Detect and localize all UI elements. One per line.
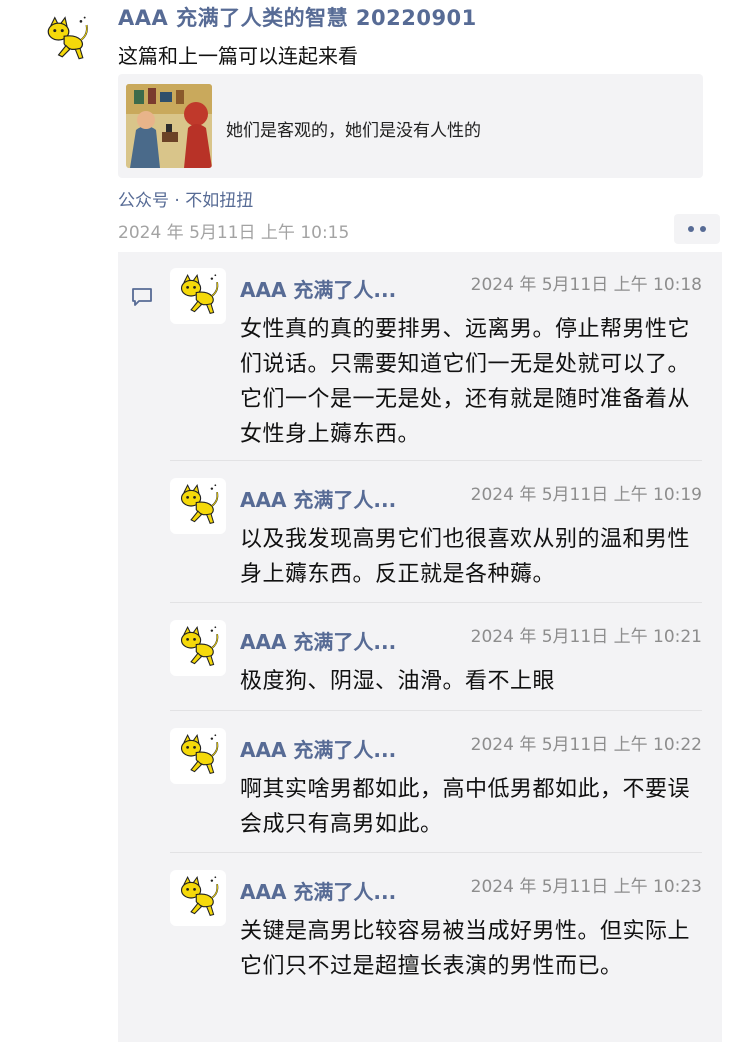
comment-item: AAA 充满了人... 2024 年 5月11日 上午 10:23 关键是高男比… bbox=[170, 858, 702, 1024]
comment-divider bbox=[170, 710, 702, 711]
commenter-name[interactable]: AAA 充满了人... bbox=[240, 876, 396, 905]
comment-divider bbox=[170, 460, 702, 461]
comment-item: AAA 充满了人... 2024 年 5月11日 上午 10:22 啊其实啥男都… bbox=[170, 716, 702, 846]
commenter-name[interactable]: AAA 充满了人... bbox=[240, 274, 396, 303]
comment-text: 女性真的真的要排男、远离男。停止帮男性它们说话。只需要知道它们一无是处就可以了。… bbox=[240, 317, 691, 447]
comment-item: AAA 充满了人... 2024 年 5月11日 上午 10:21 极度狗、阴湿… bbox=[170, 608, 702, 704]
dot-icon bbox=[700, 226, 706, 232]
shared-article-title: 她们是客观的，她们是没有人性的 bbox=[226, 121, 481, 141]
commenter-avatar[interactable] bbox=[170, 620, 226, 676]
comment-item: AAA 充满了人... 2024 年 5月11日 上午 10:19 以及我发现高… bbox=[170, 466, 702, 596]
source-link[interactable]: 公众号 · 不如扭扭 bbox=[118, 186, 253, 211]
commenter-avatar[interactable] bbox=[170, 478, 226, 534]
commenter-name[interactable]: AAA 充满了人... bbox=[240, 734, 396, 763]
comment-timestamp: 2024 年 5月11日 上午 10:19 bbox=[470, 485, 702, 505]
comment-text: 啊其实啥男都如此，高中低男都如此，不要误会成只有高男如此。 bbox=[240, 777, 691, 837]
comment-icon bbox=[132, 288, 152, 306]
comment-timestamp: 2024 年 5月11日 上午 10:18 bbox=[470, 275, 702, 295]
illustration-thumbnail bbox=[126, 84, 212, 168]
comment-timestamp: 2024 年 5月11日 上午 10:22 bbox=[470, 735, 702, 755]
commenter-name[interactable]: AAA 充满了人... bbox=[240, 626, 396, 655]
comment-timestamp: 2024 年 5月11日 上午 10:23 bbox=[470, 877, 702, 897]
yellow-cat-icon bbox=[172, 622, 224, 674]
more-options-button[interactable] bbox=[674, 214, 720, 244]
dot-icon bbox=[688, 226, 694, 232]
comment-item: AAA 充满了人... 2024 年 5月11日 上午 10:18 女性真的真的… bbox=[170, 256, 702, 456]
post-timestamp: 2024 年 5月11日 上午 10:15 bbox=[118, 223, 350, 243]
commenter-avatar[interactable] bbox=[170, 728, 226, 784]
yellow-cat-icon bbox=[172, 480, 224, 532]
yellow-cat-icon bbox=[172, 730, 224, 782]
comment-timestamp: 2024 年 5月11日 上午 10:21 bbox=[470, 627, 702, 647]
yellow-cat-icon bbox=[172, 270, 224, 322]
commenter-avatar[interactable] bbox=[170, 870, 226, 926]
comment-divider bbox=[170, 602, 702, 603]
comment-text: 极度狗、阴湿、油滑。看不上眼 bbox=[240, 669, 556, 694]
yellow-cat-icon bbox=[38, 12, 94, 68]
commenter-avatar[interactable] bbox=[170, 268, 226, 324]
comment-divider bbox=[170, 852, 702, 853]
yellow-cat-icon bbox=[172, 872, 224, 924]
post-author-name[interactable]: AAA 充满了人类的智慧 20220901 bbox=[118, 2, 477, 32]
commenter-name[interactable]: AAA 充满了人... bbox=[240, 484, 396, 513]
comment-text: 以及我发现高男它们也很喜欢从别的温和男性身上薅东西。反正就是各种薅。 bbox=[240, 527, 691, 587]
shared-article-card[interactable]: 她们是客观的，她们是没有人性的 bbox=[118, 74, 703, 178]
author-avatar[interactable] bbox=[38, 12, 94, 68]
comment-text: 关键是高男比较容易被当成好男性。但实际上它们只不过是超擅长表演的男性而已。 bbox=[240, 919, 691, 979]
post-text: 这篇和上一篇可以连起来看 bbox=[118, 44, 358, 68]
